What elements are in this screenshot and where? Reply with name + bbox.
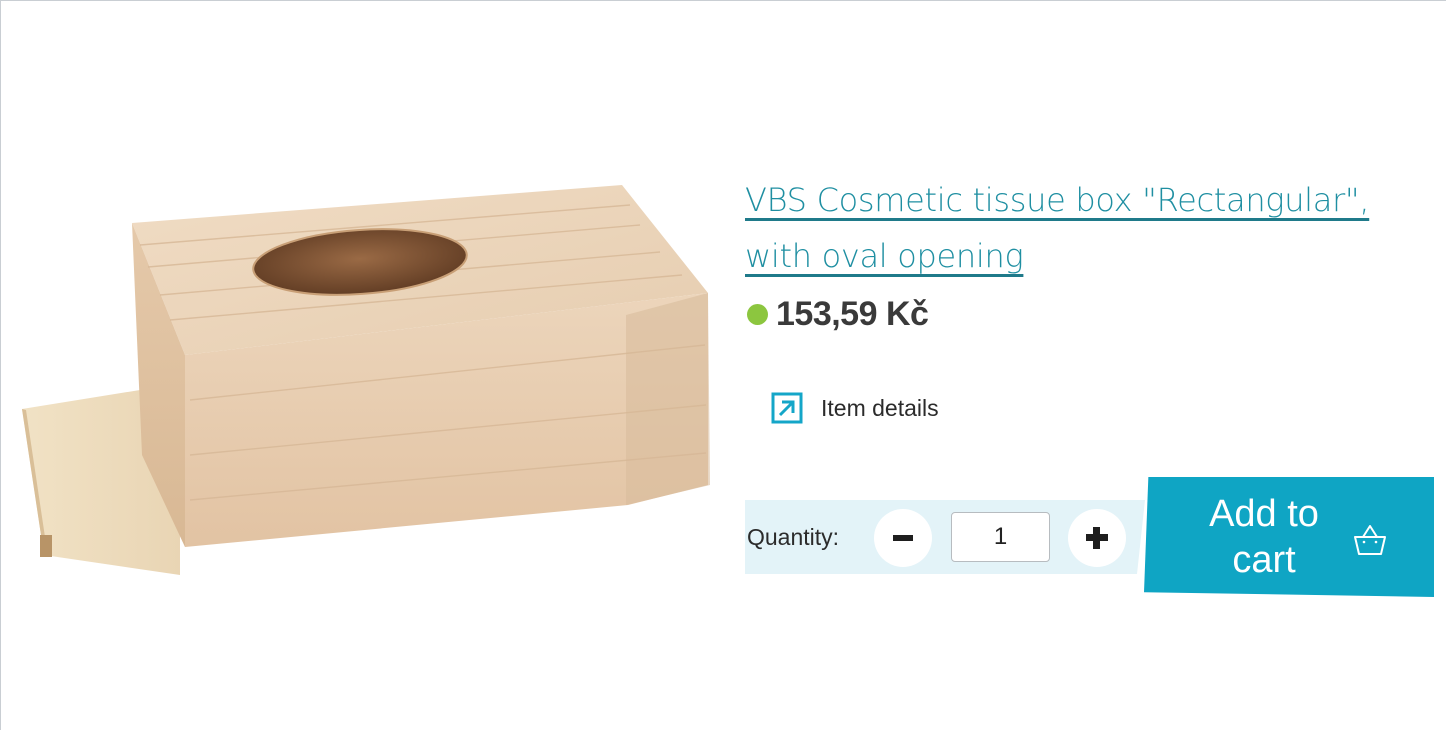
quantity-decrement-button[interactable] [874,509,932,567]
item-details-link[interactable]: Item details [771,390,939,426]
basket-icon [1354,525,1386,555]
add-to-cart-label: Add to cart [1209,493,1319,581]
product-price: 153,59 Kč [776,294,929,333]
price-row: 153,59 Kč [747,292,929,336]
product-title-link[interactable]: VBS Cosmetic tissue box "Rectangular", w… [745,181,1370,275]
quantity-label: Quantity: [747,524,840,550]
external-arrow-icon [771,392,803,424]
item-details-label: Item details [821,394,939,421]
product-image[interactable] [20,155,720,595]
quantity-increment-button[interactable] [1068,509,1126,567]
add-to-cart-button[interactable]: Add to cart [1144,477,1434,597]
product-title: VBS Cosmetic tissue box "Rectangular", w… [745,172,1435,284]
minus-icon [893,535,913,541]
availability-dot-icon [747,303,768,325]
quantity-input[interactable] [951,512,1050,562]
plus-icon-vertical [1093,527,1100,549]
